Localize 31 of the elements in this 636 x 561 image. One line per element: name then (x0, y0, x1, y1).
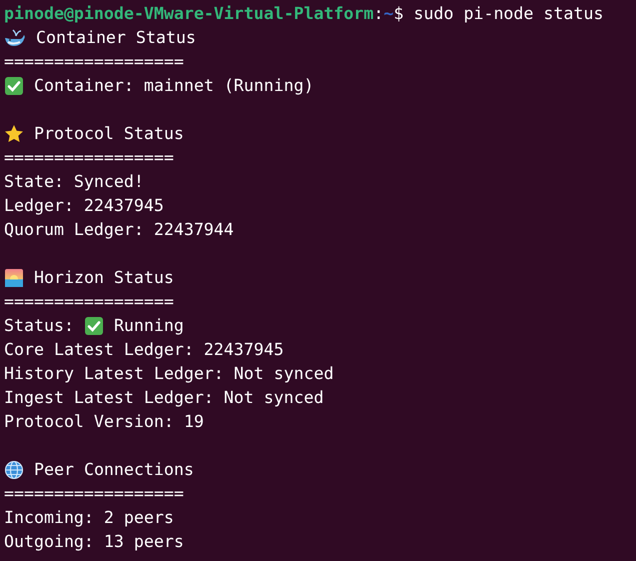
prompt-separator: : (374, 2, 384, 25)
section-heading: Peer Connections (34, 458, 194, 481)
prompt-symbol: $ (394, 2, 404, 25)
section-heading: Protocol Status (34, 122, 184, 145)
rule-text: ================= (4, 290, 174, 313)
prompt-user-host: pinode@pinode-VMware-Virtual-Platform (4, 2, 374, 25)
section-heading: Container Status (36, 26, 196, 49)
status-value: Running (114, 314, 184, 337)
output-line: Protocol Version: 19 (4, 410, 204, 433)
output-line: Core Latest Ledger: 22437945 (4, 338, 284, 361)
whale-icon (4, 28, 26, 48)
rule-text: ================== (4, 50, 184, 73)
rule-text: ================== (4, 482, 184, 505)
sunrise-icon (4, 268, 24, 288)
prompt-path: ~ (384, 2, 394, 25)
output-line: State: Synced! (4, 170, 144, 193)
rule-text: ================= (4, 146, 174, 169)
section-heading: Horizon Status (34, 266, 174, 289)
check-mark-icon (84, 316, 104, 336)
output-line: Ingest Latest Ledger: Not synced (4, 386, 324, 409)
star-icon (4, 124, 24, 144)
command-text: sudo pi-node status (414, 2, 604, 25)
globe-icon (4, 460, 24, 480)
check-mark-icon (4, 76, 24, 96)
output-line: Incoming: 2 peers (4, 506, 174, 529)
output-line: History Latest Ledger: Not synced (4, 362, 334, 385)
output-line: Ledger: 22437945 (4, 194, 164, 217)
output-line: Quorum Ledger: 22437944 (4, 218, 234, 241)
output-line: Outgoing: 13 peers (4, 530, 184, 553)
output-line: Container: mainnet (Running) (34, 74, 314, 97)
status-label: Status: (4, 314, 74, 337)
